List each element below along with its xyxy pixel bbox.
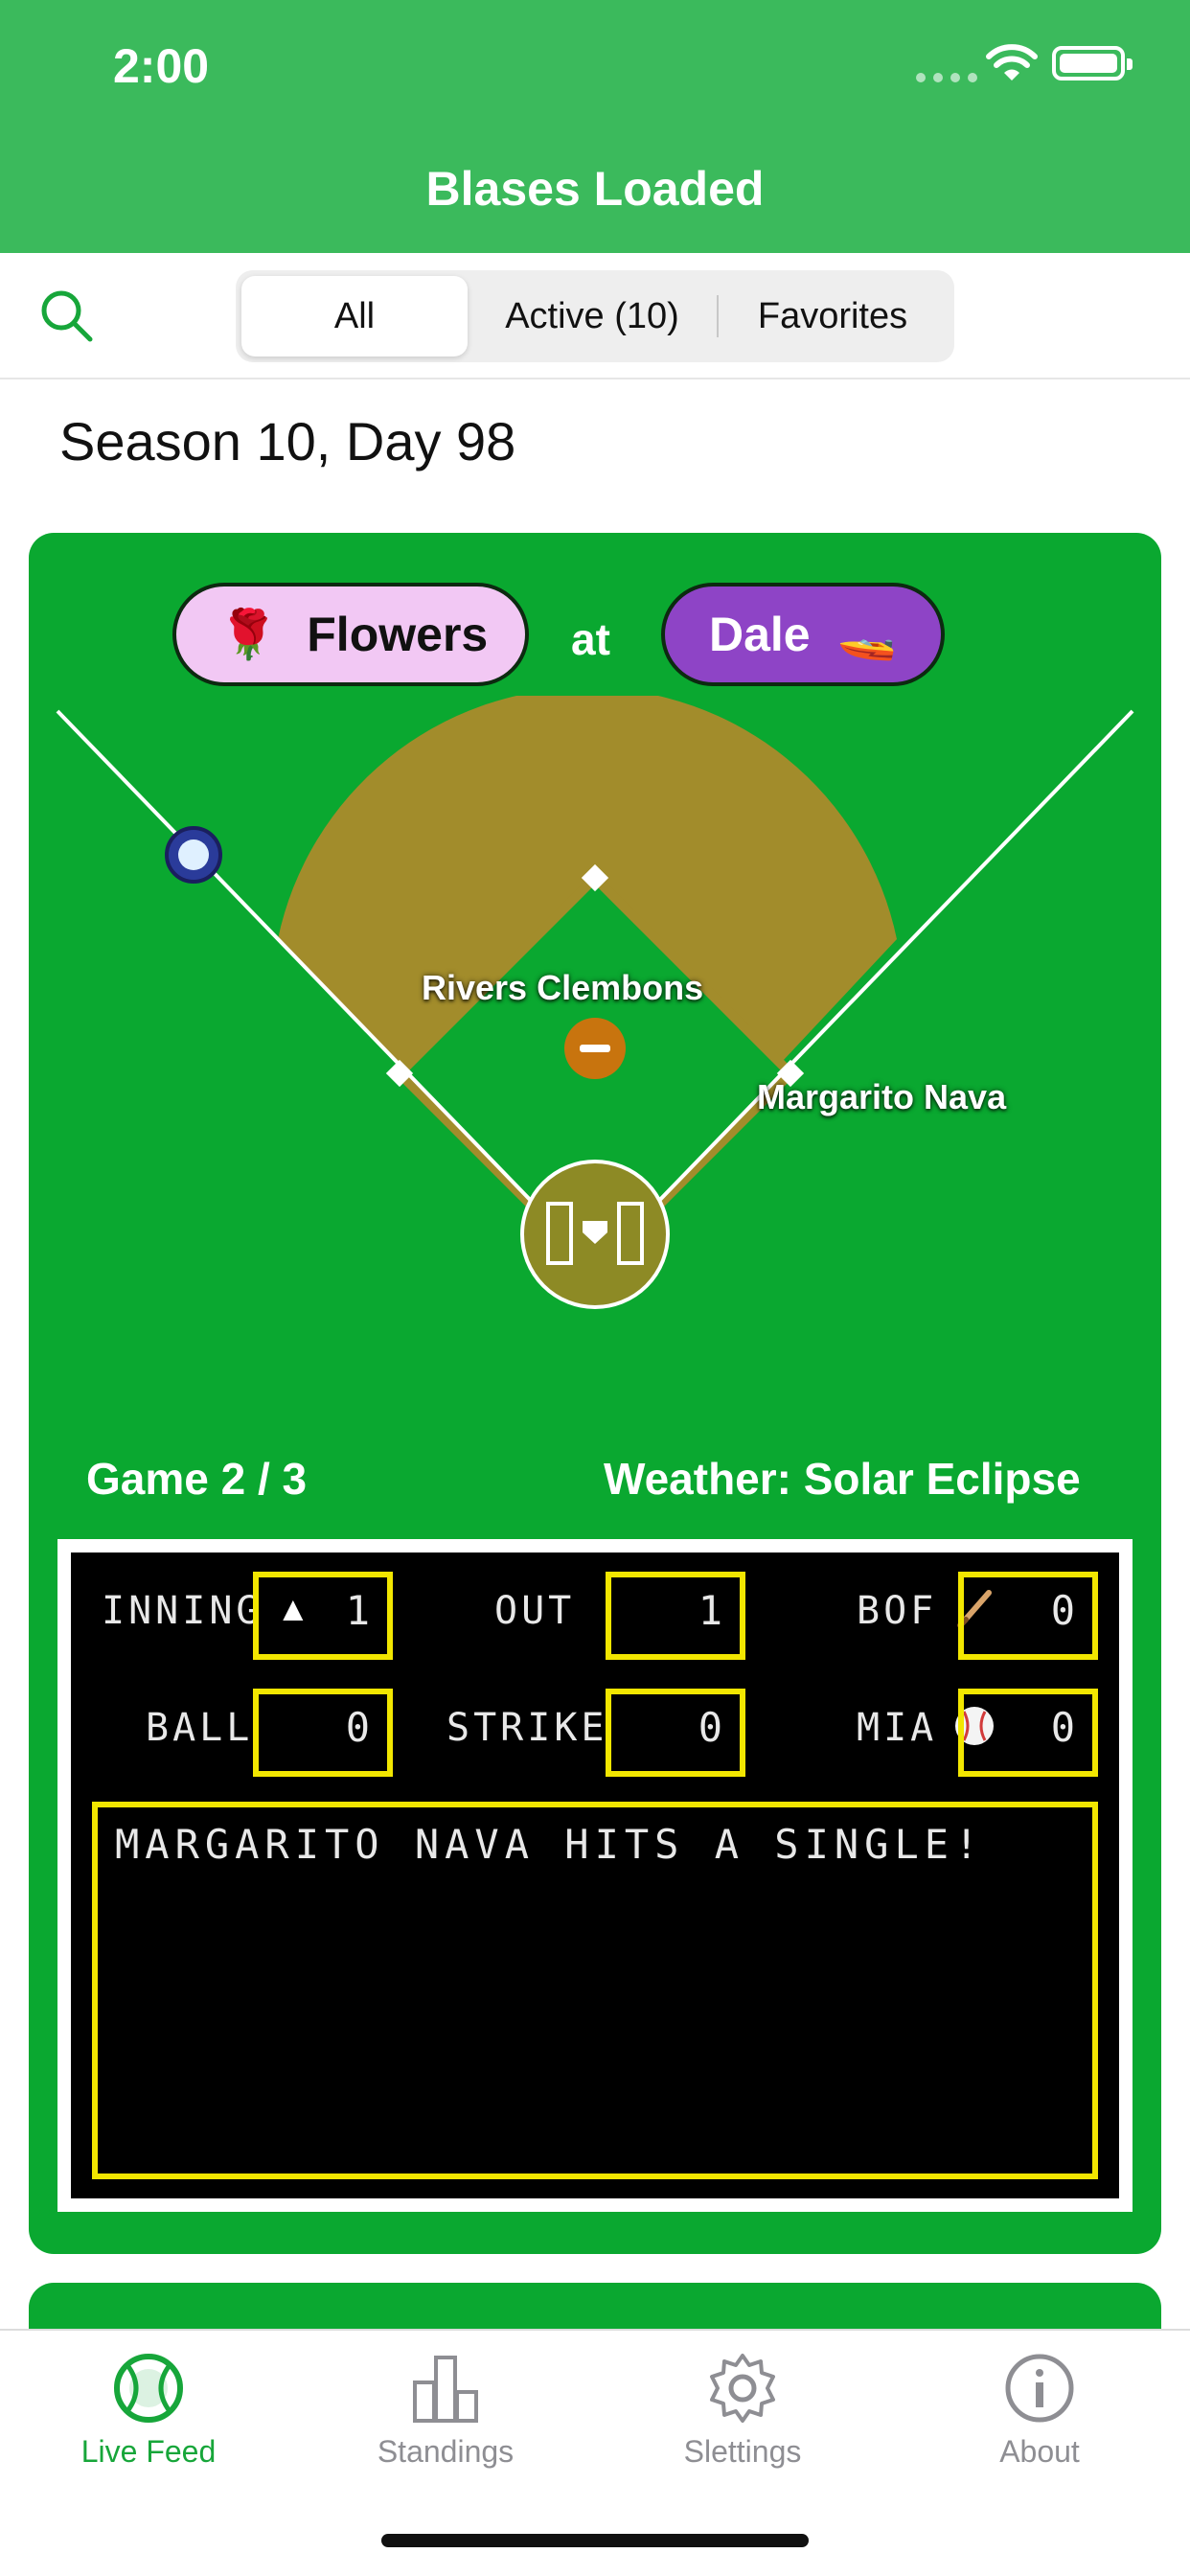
away-team-emoji: 🌹	[218, 607, 279, 661]
segment-favorites[interactable]: Favorites	[717, 276, 949, 356]
home-abbr: MIA	[857, 1706, 938, 1750]
game-filter-segmented-control: All Active (10) Favorites	[236, 270, 954, 362]
ball-value: 0	[345, 1704, 370, 1751]
away-abbr: BOF	[857, 1589, 938, 1633]
at-label: at	[571, 614, 610, 664]
segment-all[interactable]: All	[241, 276, 468, 356]
inning-value: 1	[345, 1587, 370, 1634]
signal-icon	[916, 73, 977, 82]
tab-about-label: About	[999, 2434, 1080, 2469]
strike-label: STRIKE	[446, 1706, 608, 1750]
home-team-emoji: 🚤	[836, 607, 897, 661]
tab-standings-label: Standings	[377, 2434, 515, 2469]
out-label: OUT	[494, 1589, 576, 1633]
batter-name: Margarito Nava	[757, 1077, 1007, 1116]
battery-icon	[1052, 46, 1133, 80]
scoreboard: INNING ▲ 1 OUT 1 BOF 0 BALL 0 STRIKE 0 M…	[57, 1539, 1133, 2212]
inning-label: INNING	[102, 1589, 263, 1633]
tab-standings[interactable]: Standings	[297, 2350, 594, 2494]
tab-live-feed[interactable]: Live Feed	[0, 2350, 297, 2494]
tab-slettings[interactable]: Slettings	[594, 2350, 891, 2494]
segment-active[interactable]: Active (10)	[468, 276, 717, 356]
baseball-icon	[114, 2354, 183, 2423]
strike-value: 0	[698, 1704, 722, 1751]
home-plate-batters-box	[520, 1160, 670, 1309]
away-team-pill[interactable]: 🌹 Flowers	[172, 583, 529, 686]
filter-bar: All Active (10) Favorites	[0, 253, 1190, 380]
last-update-box: MARGARITO NAVA HITS A SINGLE!	[92, 1802, 1098, 2179]
gear-icon	[710, 2354, 775, 2423]
ball-label: BALL	[146, 1706, 254, 1750]
away-score-box: 0	[958, 1572, 1098, 1660]
scoreboard-display: INNING ▲ 1 OUT 1 BOF 0 BALL 0 STRIKE 0 M…	[71, 1552, 1119, 2198]
navigation-header: 2:00 Blases Loaded	[0, 0, 1190, 253]
baseball-diamond	[56, 696, 1134, 1309]
tab-slettings-label: Slettings	[683, 2434, 802, 2469]
ball-box: 0	[253, 1689, 393, 1777]
out-value: 1	[698, 1587, 722, 1634]
inning-box: ▲ 1	[253, 1572, 393, 1660]
home-indicator	[381, 2534, 809, 2547]
pitcher-name: Rivers Clembons	[422, 968, 704, 1007]
status-time: 2:00	[113, 39, 210, 93]
away-team-name: Flowers	[307, 608, 489, 661]
away-score: 0	[1050, 1587, 1075, 1634]
weather-label: Weather: Solar Eclipse	[604, 1454, 1081, 1504]
day-title: Season 10, Day 98	[59, 411, 516, 472]
out-box: 1	[606, 1572, 745, 1660]
search-icon[interactable]	[36, 286, 98, 347]
wifi-icon	[986, 44, 1038, 80]
baserunner-marker	[165, 826, 222, 884]
last-update-text: MARGARITO NAVA HITS A SINGLE!	[115, 1821, 985, 1868]
strike-box: 0	[606, 1689, 745, 1777]
series-game-count: Game 2 / 3	[86, 1454, 308, 1504]
home-team-name: Dale	[709, 608, 811, 661]
home-score-box: 0	[958, 1689, 1098, 1777]
app-title: Blases Loaded	[425, 162, 765, 216]
tab-about[interactable]: About	[891, 2350, 1188, 2494]
inning-top-indicator: ▲	[276, 1589, 310, 1628]
bar-chart-icon	[413, 2356, 478, 2423]
home-score: 0	[1050, 1704, 1075, 1751]
home-team-pill[interactable]: Dale 🚤	[661, 583, 945, 686]
tab-live-feed-label: Live Feed	[80, 2434, 217, 2469]
info-icon	[1005, 2354, 1074, 2423]
